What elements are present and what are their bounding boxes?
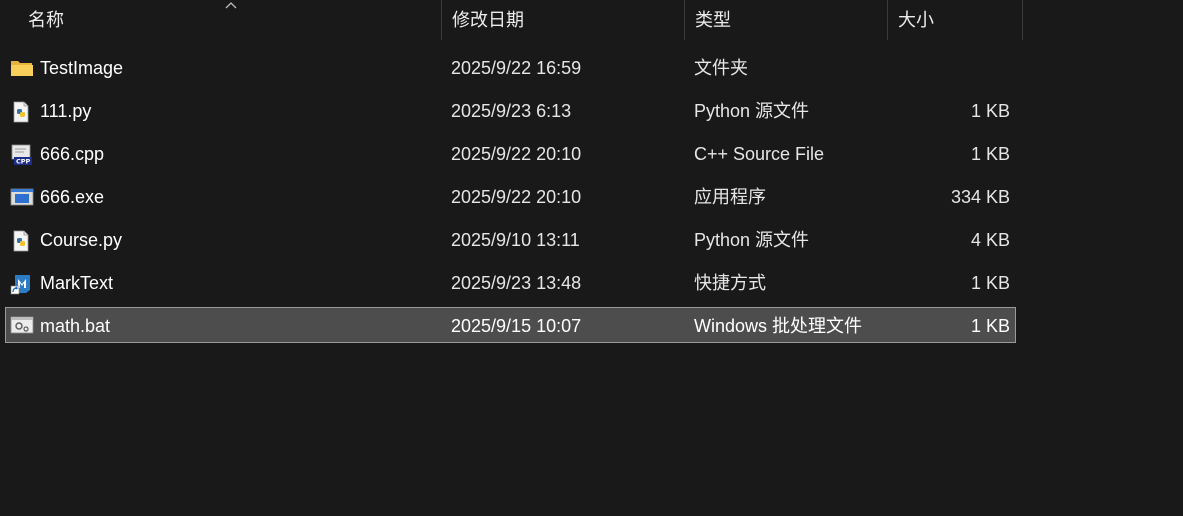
file-type: 文件夹 — [694, 58, 748, 78]
column-header-bar: 名称 修改日期 类型 大小 — [0, 0, 1023, 40]
file-explorer-details-view: 名称 修改日期 类型 大小 TestImage 2025/9/22 16:59 … — [0, 0, 1183, 516]
svg-text:CPP: CPP — [16, 158, 31, 166]
folder-icon — [10, 58, 33, 78]
file-row[interactable]: Course.py 2025/9/10 13:11 Python 源文件 4 K… — [5, 222, 1016, 258]
file-name: Course.py — [40, 230, 123, 250]
column-header-date[interactable]: 修改日期 — [442, 0, 685, 40]
column-header-size[interactable]: 大小 — [888, 0, 1023, 40]
file-type: Python 源文件 — [694, 101, 810, 121]
file-date: 2025/9/22 20:10 — [451, 187, 582, 207]
file-row[interactable]: TestImage 2025/9/22 16:59 文件夹 — [5, 50, 1016, 86]
file-name: math.bat — [40, 316, 111, 336]
file-name: 666.exe — [40, 187, 105, 207]
file-size: 1 KB — [970, 144, 1010, 164]
file-row[interactable]: MarkText 2025/9/23 13:48 快捷方式 1 KB — [5, 265, 1016, 301]
python-file-icon — [10, 230, 32, 252]
file-size: 1 KB — [970, 101, 1010, 121]
column-header-type-label: 类型 — [695, 10, 731, 30]
file-date: 2025/9/23 6:13 — [451, 101, 572, 121]
file-row[interactable]: CPP 666.cpp 2025/9/22 20:10 C++ Source F… — [5, 136, 1016, 172]
file-name: 666.cpp — [40, 144, 105, 164]
sort-up-chevron-icon — [224, 0, 238, 10]
file-date: 2025/9/10 13:11 — [451, 230, 580, 250]
file-size: 1 KB — [970, 316, 1010, 336]
column-header-type[interactable]: 类型 — [685, 0, 888, 40]
file-row[interactable]: 111.py 2025/9/23 6:13 Python 源文件 1 KB — [5, 93, 1016, 129]
file-name: MarkText — [40, 273, 114, 293]
file-name: 111.py — [40, 101, 92, 121]
file-size: 334 KB — [950, 187, 1010, 207]
cpp-file-icon: CPP — [10, 144, 32, 166]
batch-file-icon — [10, 315, 34, 335]
file-type: Python 源文件 — [694, 230, 810, 250]
file-type: Windows 批处理文件 — [694, 316, 863, 336]
file-type: 应用程序 — [694, 187, 766, 207]
column-header-size-label: 大小 — [898, 10, 934, 30]
file-name: TestImage — [40, 58, 124, 78]
column-header-name-label: 名称 — [28, 10, 64, 30]
file-row[interactable]: 666.exe 2025/9/22 20:10 应用程序 334 KB — [5, 179, 1016, 215]
exe-file-icon — [10, 187, 34, 207]
file-type: 快捷方式 — [694, 273, 766, 293]
file-row-selected[interactable]: math.bat 2025/9/15 10:07 Windows 批处理文件 1… — [5, 307, 1016, 343]
file-size: 1 KB — [970, 273, 1010, 293]
file-size: 4 KB — [970, 230, 1010, 250]
file-date: 2025/9/22 20:10 — [451, 144, 582, 164]
file-date: 2025/9/22 16:59 — [451, 58, 582, 78]
file-date: 2025/9/15 10:07 — [451, 316, 582, 336]
column-header-date-label: 修改日期 — [452, 10, 524, 30]
shortcut-icon — [10, 273, 32, 295]
python-file-icon — [10, 101, 32, 123]
file-date: 2025/9/23 13:48 — [451, 273, 582, 293]
file-type: C++ Source File — [694, 144, 825, 164]
